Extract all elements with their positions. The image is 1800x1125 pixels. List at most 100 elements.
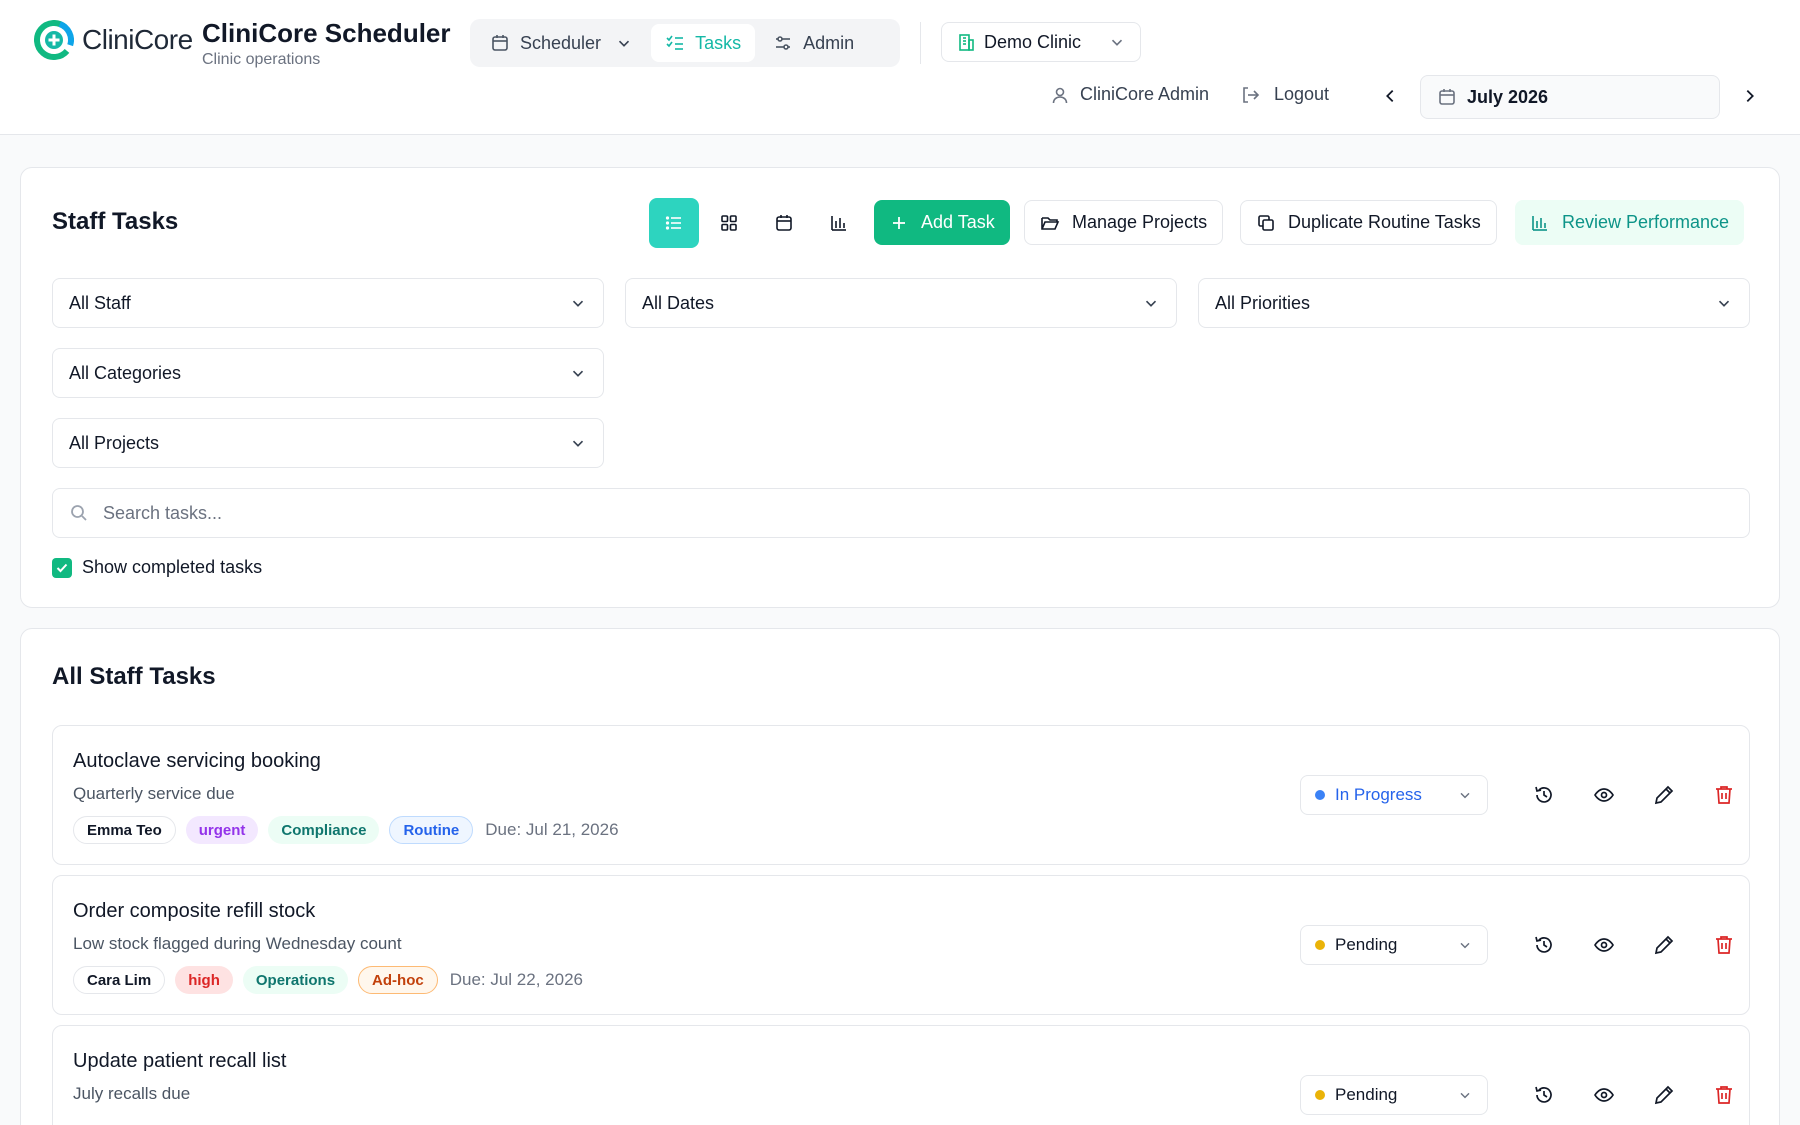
bar-chart-icon	[1532, 215, 1547, 231]
chevron-down-icon	[572, 370, 584, 377]
history-button[interactable]	[1532, 783, 1556, 807]
status-select[interactable]: Pending	[1300, 1075, 1488, 1115]
review-performance-button[interactable]: Review Performance	[1515, 200, 1745, 245]
category-filter[interactable]: All Categories	[52, 348, 604, 398]
status-select[interactable]: In Progress	[1300, 775, 1488, 815]
due-date: Due: Jul 21, 2026	[485, 820, 619, 839]
view-button[interactable]	[1592, 933, 1616, 957]
plus-icon	[893, 216, 905, 229]
task-card[interactable]: Order composite refill stock Low stock f…	[52, 875, 1750, 1015]
nav-admin[interactable]: Admin	[759, 24, 868, 62]
priority-tag: high	[175, 966, 233, 994]
staff-tasks-panel: Staff Tasks Add Task Manage Projects Dup…	[20, 167, 1780, 608]
calendar-icon	[492, 35, 508, 51]
pencil-icon	[1654, 1085, 1674, 1105]
chevron-down-icon	[1460, 1092, 1470, 1099]
history-icon	[1535, 786, 1552, 803]
chevron-right-icon	[1746, 89, 1754, 103]
priority-filter[interactable]: All Priorities	[1198, 278, 1750, 328]
user-icon	[1052, 87, 1068, 103]
nav-admin-label: Admin	[803, 32, 855, 53]
delete-button[interactable]	[1712, 933, 1736, 957]
manage-projects-label: Manage Projects	[1072, 212, 1208, 232]
pencil-icon	[1654, 785, 1674, 805]
clinicore-logo[interactable]: CliniCore	[34, 20, 193, 60]
status-dot	[1315, 790, 1325, 800]
chevron-down-icon	[1111, 39, 1123, 46]
duplicate-routine-tasks-button[interactable]: Duplicate Routine Tasks	[1240, 200, 1497, 245]
view-button[interactable]	[1592, 1083, 1616, 1107]
list-view-button[interactable]	[649, 198, 699, 248]
task-card[interactable]: Update patient recall list July recalls …	[52, 1025, 1750, 1125]
checklist-icon	[666, 35, 684, 50]
task-list-title: All Staff Tasks	[52, 663, 216, 690]
review-label: Review Performance	[1562, 212, 1730, 232]
priority-filter-value: All Priorities	[1215, 292, 1311, 313]
logout-icon	[1243, 86, 1260, 103]
nav-tasks[interactable]: Tasks	[651, 24, 756, 62]
category-filter-value: All Categories	[69, 362, 182, 383]
type-tag: Ad-hoc	[358, 966, 438, 994]
status-dot	[1315, 1090, 1325, 1100]
edit-button[interactable]	[1652, 933, 1676, 957]
project-filter-value: All Projects	[69, 432, 160, 453]
manage-projects-button[interactable]: Manage Projects	[1024, 200, 1224, 245]
add-task-label: Add Task	[921, 212, 995, 232]
task-list-panel: All Staff Tasks Autoclave servicing book…	[20, 628, 1780, 1125]
month-label: July 2026	[1467, 86, 1549, 107]
grid-icon	[721, 215, 737, 231]
logo-mark-icon	[34, 20, 74, 60]
status-value: In Progress	[1335, 785, 1422, 804]
list-icon	[665, 216, 681, 230]
staff-tag: Emma Teo	[73, 816, 176, 844]
history-icon	[1535, 1086, 1552, 1103]
edit-button[interactable]	[1652, 1083, 1676, 1107]
status-select[interactable]: Pending	[1300, 925, 1488, 965]
chevron-down-icon	[1460, 942, 1470, 949]
task-tags: Cara Lim high Operations Ad-hoc Due: Jul…	[73, 966, 583, 994]
task-card[interactable]: Autoclave servicing booking Quarterly se…	[52, 725, 1750, 865]
next-month-button[interactable]	[1738, 84, 1762, 108]
date-filter[interactable]: All Dates	[625, 278, 1177, 328]
delete-button[interactable]	[1712, 783, 1736, 807]
show-completed-label: Show completed tasks	[82, 557, 263, 577]
add-task-button[interactable]: Add Task	[874, 200, 1010, 245]
folder-open-icon	[1041, 216, 1060, 230]
project-filter[interactable]: All Projects	[52, 418, 604, 468]
calendar-icon	[1439, 89, 1455, 105]
month-picker[interactable]: July 2026	[1420, 75, 1720, 119]
due-date: Due: Jul 22, 2026	[449, 970, 583, 989]
trash-icon	[1716, 1086, 1732, 1104]
top-header: CliniCore CliniCore Scheduler Clinic ope…	[0, 0, 1800, 135]
history-button[interactable]	[1532, 1083, 1556, 1107]
nav-scheduler[interactable]: Scheduler	[476, 24, 647, 62]
clinic-select-value: Demo Clinic	[984, 31, 1082, 52]
edit-button[interactable]	[1652, 783, 1676, 807]
show-completed-toggle[interactable]: Show completed tasks	[52, 557, 262, 578]
bar-chart-icon	[831, 216, 846, 231]
calendar-view-button[interactable]	[759, 198, 809, 248]
task-tags: Emma Teo urgent Compliance Routine Due: …	[73, 816, 619, 844]
grid-view-button[interactable]	[704, 198, 754, 248]
logout-button[interactable]: Logout	[1240, 84, 1329, 105]
show-completed-checkbox[interactable]	[52, 557, 72, 578]
view-button[interactable]	[1592, 783, 1616, 807]
delete-button[interactable]	[1712, 1083, 1736, 1107]
status-dot	[1315, 940, 1325, 950]
staff-filter[interactable]: All Staff	[52, 278, 604, 328]
history-button[interactable]	[1532, 933, 1556, 957]
staff-tag: Cara Lim	[73, 966, 166, 994]
eye-icon	[1594, 788, 1614, 802]
main-nav: Scheduler Tasks Admin	[470, 19, 900, 67]
search-input[interactable]	[103, 502, 1703, 524]
building-icon	[959, 34, 974, 51]
prev-month-button[interactable]	[1378, 84, 1402, 108]
chevron-down-icon	[572, 440, 584, 447]
chart-view-button[interactable]	[814, 198, 864, 248]
clinic-select[interactable]: Demo Clinic	[941, 22, 1141, 62]
user-name: CliniCore Admin	[1080, 84, 1210, 104]
nav-scheduler-label: Scheduler	[520, 32, 602, 53]
status-value: Pending	[1335, 935, 1398, 954]
nav-tasks-label: Tasks	[695, 32, 742, 53]
current-user[interactable]: CliniCore Admin	[1050, 84, 1209, 105]
